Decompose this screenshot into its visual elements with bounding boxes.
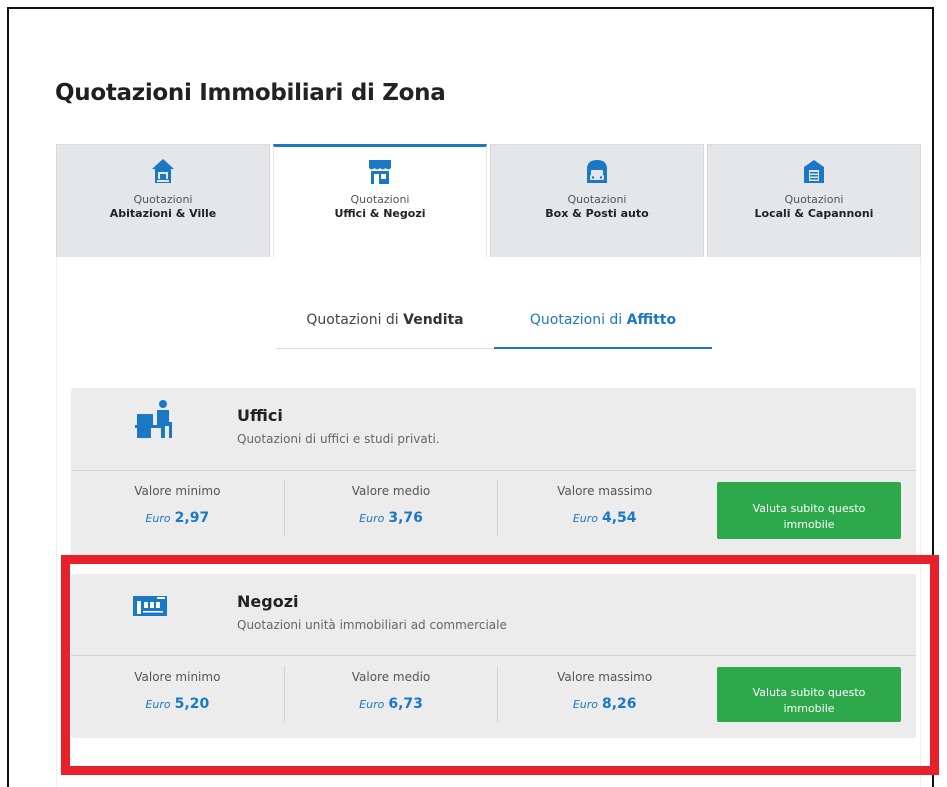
subtab-affitto[interactable]: Quotazioni di Affitto bbox=[494, 304, 712, 349]
stat-label: Valore medio bbox=[351, 484, 431, 498]
card-header: Negozi Quotazioni unità immobiliari ad c… bbox=[71, 574, 916, 656]
tab-sub-label: Box & Posti auto bbox=[545, 207, 649, 220]
house-icon bbox=[152, 159, 174, 183]
stat-value: Euro 3,76 bbox=[359, 510, 423, 526]
stat-value: Euro 2,97 bbox=[145, 510, 210, 526]
divider bbox=[71, 470, 916, 471]
car-garage-icon bbox=[587, 160, 607, 183]
stat-label: Valore medio bbox=[351, 670, 431, 684]
card-description: Quotazioni unità immobiliari ad commerci… bbox=[237, 618, 507, 632]
stat-min: Valore minimo Euro 2,97 bbox=[71, 480, 285, 536]
tab-sub-label: Abitazioni & Ville bbox=[109, 207, 217, 220]
page-title: Quotazioni Immobiliari di Zona bbox=[55, 80, 446, 106]
stat-max: Valore massimo Euro 8,26 bbox=[498, 666, 711, 722]
stat-label: Valore massimo bbox=[557, 484, 653, 498]
stat-value: Euro 8,26 bbox=[572, 696, 637, 712]
category-tabs: Quotazioni Abitazioni & Ville Quotazioni… bbox=[56, 144, 921, 257]
card-title: Negozi bbox=[237, 592, 299, 611]
stat-value: Euro 5,20 bbox=[145, 696, 210, 712]
tab-label: Quotazioni bbox=[133, 193, 193, 206]
tab-label: Quotazioni bbox=[350, 193, 410, 206]
stat-label: Valore minimo bbox=[134, 670, 221, 684]
card-header: Uffici Quotazioni di uffici e studi priv… bbox=[71, 388, 916, 470]
stat-avg: Valore medio Euro 6,73 bbox=[285, 666, 499, 722]
stat-max: Valore massimo Euro 4,54 bbox=[498, 480, 711, 536]
card-negozi: Negozi Quotazioni unità immobiliari ad c… bbox=[71, 574, 916, 738]
card-uffici: Uffici Quotazioni di uffici e studi priv… bbox=[71, 388, 916, 558]
stat-avg: Valore medio Euro 3,76 bbox=[285, 480, 499, 536]
shop-icon bbox=[369, 160, 391, 184]
stat-value: Euro 6,73 bbox=[359, 696, 423, 712]
stat-label: Valore massimo bbox=[557, 670, 653, 684]
tab-label: Quotazioni bbox=[784, 193, 844, 206]
tab-uffici-negozi[interactable]: Quotazioni Uffici & Negozi bbox=[273, 144, 487, 257]
stat-value: Euro 4,54 bbox=[572, 510, 637, 526]
tab-abitazioni[interactable]: Quotazioni Abitazioni & Ville bbox=[56, 144, 270, 257]
stat-label: Valore minimo bbox=[134, 484, 221, 498]
tab-label: Quotazioni bbox=[567, 193, 627, 206]
warehouse-icon bbox=[804, 160, 824, 183]
stats-row: Valore minimo Euro 5,20 Valore medio Euro… bbox=[71, 666, 711, 726]
tab-sub-label: Uffici & Negozi bbox=[334, 207, 426, 220]
card-title: Uffici bbox=[237, 406, 283, 425]
valuta-button[interactable]: Valuta subito questo immobile bbox=[717, 482, 901, 539]
tab-locali-capannoni[interactable]: Quotazioni Locali & Capannoni bbox=[707, 144, 921, 257]
valuta-button[interactable]: Valuta subito questo immobile bbox=[717, 667, 901, 722]
subtab-vendita[interactable]: Quotazioni di Vendita bbox=[276, 304, 494, 349]
storefront-icon bbox=[133, 596, 167, 616]
card-description: Quotazioni di uffici e studi privati. bbox=[237, 432, 440, 446]
stat-min: Valore minimo Euro 5,20 bbox=[71, 666, 285, 722]
tab-sub-label: Locali & Capannoni bbox=[754, 207, 874, 220]
transaction-subtabs: Quotazioni di Vendita Quotazioni di Affi… bbox=[276, 304, 712, 349]
divider bbox=[71, 655, 916, 656]
stats-row: Valore minimo Euro 2,97 Valore medio Euro… bbox=[71, 480, 711, 540]
office-worker-icon bbox=[135, 400, 172, 438]
tab-box-posti-auto[interactable]: Quotazioni Box & Posti auto bbox=[490, 144, 704, 257]
